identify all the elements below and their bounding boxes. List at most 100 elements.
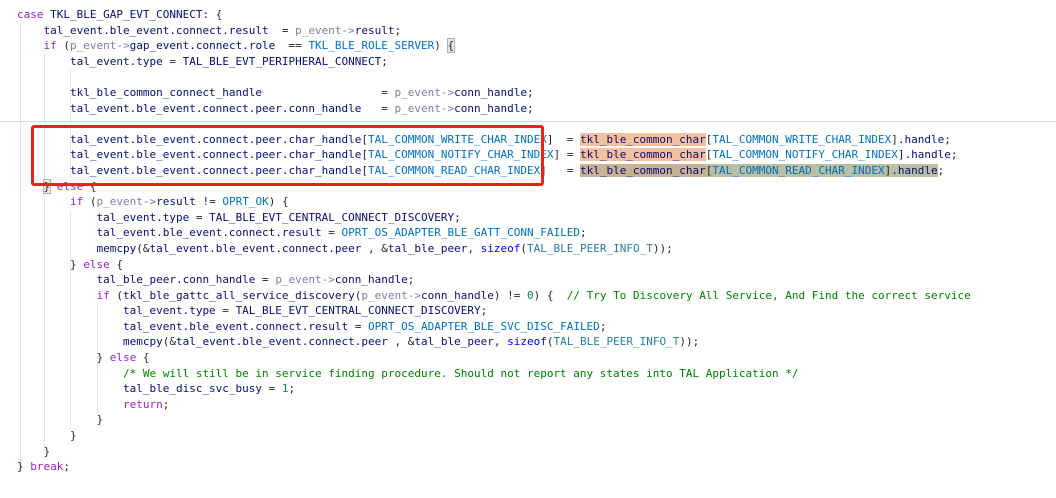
code-area[interactable]: case TKL_BLE_GAP_EVT_CONNECT: { tal_even… (0, 0, 1056, 498)
code-line[interactable]: tal_event.ble_event.connect.result = OPR… (17, 319, 1056, 335)
code-token: 0 (527, 289, 534, 302)
code-token: p_event-> (275, 273, 335, 286)
code-token: result (355, 24, 395, 37)
code-line[interactable]: tal_event.ble_event.connect.result = p_e… (17, 23, 1056, 39)
code-line[interactable]: tal_event.type = TAL_BLE_EVT_CENTRAL_CON… (17, 210, 1056, 226)
code-token: TAL_COMMON_READ_CHAR_INDEX (368, 164, 540, 177)
code-token: TAL_BLE_EVT_CENTRAL_CONNECT_DISCOVERY (209, 211, 454, 224)
code-token: tal_event.type (70, 55, 163, 68)
code-token: tal_event.ble_event.connect.peer (176, 335, 388, 348)
code-line[interactable]: if (p_event->gap_event.connect.role == T… (17, 38, 1056, 54)
code-token: gap_event.connect.role (130, 39, 276, 52)
code-token: , (494, 335, 507, 348)
code-token: = (163, 55, 183, 68)
code-line[interactable]: } (17, 412, 1056, 428)
code-line[interactable]: tal_event.ble_event.connect.peer.char_ha… (17, 132, 1056, 148)
code-token: ( (547, 335, 554, 348)
code-token: tal_event.type (123, 304, 216, 317)
code-token (17, 304, 123, 317)
code-token: { (136, 351, 149, 364)
code-token: tkl_ble_common_connect_handle (70, 86, 262, 99)
code-token: tal_event.ble_event.connect.peer.char_ha… (70, 164, 361, 177)
code-token: conn_handle (335, 273, 408, 286)
code-line[interactable]: tal_event.ble_event.connect.peer.char_ha… (17, 147, 1056, 163)
code-token: p_event-> (395, 86, 455, 99)
code-line[interactable]: if (tkl_ble_gattc_all_service_discovery(… (17, 288, 1056, 304)
code-line[interactable]: } (17, 428, 1056, 444)
code-token: = (322, 226, 342, 239)
code-token: ; (454, 211, 461, 224)
code-token: tal_event.ble_event.connect.peer.conn_ha… (70, 102, 361, 115)
code-token (17, 164, 70, 177)
code-token (17, 55, 70, 68)
code-token: TAL_BLE_PEER_INFO_T (554, 335, 680, 348)
code-token: , & (388, 335, 415, 348)
code-line[interactable]: if (p_event->result != OPRT_OK) { (17, 194, 1056, 210)
code-token: { (83, 180, 96, 193)
code-line[interactable]: } break; (17, 459, 1056, 475)
code-token: TKL_BLE_ROLE_SERVER (308, 39, 434, 52)
code-token: )); (679, 335, 699, 348)
code-token: )); (653, 242, 673, 255)
code-token: = (348, 320, 368, 333)
code-token: TKL_BLE_GAP_EVT_CONNECT (50, 8, 202, 21)
code-token: TAL_BLE_PEER_INFO_T (527, 242, 653, 255)
code-token: tal_event.ble_event.connect.result (96, 226, 321, 239)
code-token: } (17, 429, 77, 442)
code-token: = (269, 24, 296, 37)
code-token: tal_ble_peer.conn_handle (96, 273, 255, 286)
code-token: 1 (282, 382, 289, 395)
code-token: tkl_ble_common_char (580, 148, 706, 161)
code-line[interactable]: tal_ble_disc_svc_busy = 1; (17, 381, 1056, 397)
code-token: p_event-> (96, 195, 156, 208)
code-token: , & (361, 242, 388, 255)
code-token: /* We will still be in service finding p… (123, 367, 799, 380)
code-line[interactable]: tal_event.ble_event.connect.peer.conn_ha… (17, 101, 1056, 117)
code-line[interactable] (17, 69, 1056, 85)
code-token: tal_ble_peer (388, 242, 467, 255)
code-token: OPRT_OS_ADAPTER_BLE_GATT_CONN_FAILED (342, 226, 580, 239)
code-token (17, 102, 70, 115)
code-token: TAL_BLE_EVT_CENTRAL_CONNECT_DISCOVERY (236, 304, 481, 317)
code-token: ( (83, 195, 96, 208)
code-token: TAL_COMMON_NOTIFY_CHAR_INDEX (712, 148, 897, 161)
code-token: sizeof (481, 242, 521, 255)
code-token (17, 39, 44, 52)
code-token: ; (381, 55, 388, 68)
code-token: tal_ble_peer (414, 335, 493, 348)
code-line[interactable]: tal_event.type = TAL_BLE_EVT_CENTRAL_CON… (17, 303, 1056, 319)
code-line[interactable]: } else { (17, 350, 1056, 366)
code-token: } (17, 351, 110, 364)
code-token (17, 242, 96, 255)
code-token: ; (580, 226, 587, 239)
code-token: ; (600, 320, 607, 333)
code-token: case (17, 8, 44, 21)
code-line[interactable]: tal_event.type = TAL_BLE_EVT_PERIPHERAL_… (17, 54, 1056, 70)
code-line[interactable]: case TKL_BLE_GAP_EVT_CONNECT: { (17, 7, 1056, 23)
code-token: ; (951, 148, 958, 161)
code-line[interactable]: tal_event.ble_event.connect.peer.char_ha… (17, 163, 1056, 179)
code-token: else (83, 258, 110, 271)
code-token: break (30, 460, 63, 473)
code-line[interactable]: } else { (17, 257, 1056, 273)
code-token: = (216, 304, 236, 317)
code-token: ) (434, 39, 447, 52)
code-line[interactable]: memcpy(&tal_event.ble_event.connect.peer… (17, 241, 1056, 257)
code-line[interactable]: tal_ble_peer.conn_handle = p_event->conn… (17, 272, 1056, 288)
code-line[interactable]: return; (17, 397, 1056, 413)
code-token: p_event-> (70, 39, 130, 52)
code-token: tal_event.ble_event.connect.peer.char_ha… (70, 148, 361, 161)
code-token: } (17, 445, 50, 458)
code-token: TAL_COMMON_READ_CHAR_INDEX (712, 164, 884, 177)
code-line[interactable]: } else { (17, 179, 1056, 195)
code-line[interactable] (17, 116, 1056, 132)
code-line[interactable]: tkl_ble_common_connect_handle = p_event-… (17, 85, 1056, 101)
code-token: ; (163, 398, 170, 411)
code-token: if (44, 39, 57, 52)
code-line[interactable]: } (17, 444, 1056, 460)
code-line[interactable]: /* We will still be in service finding p… (17, 366, 1056, 382)
code-token: ) { (269, 195, 289, 208)
code-token (17, 195, 70, 208)
code-line[interactable]: memcpy(&tal_event.ble_event.connect.peer… (17, 334, 1056, 350)
code-line[interactable]: tal_event.ble_event.connect.result = OPR… (17, 225, 1056, 241)
